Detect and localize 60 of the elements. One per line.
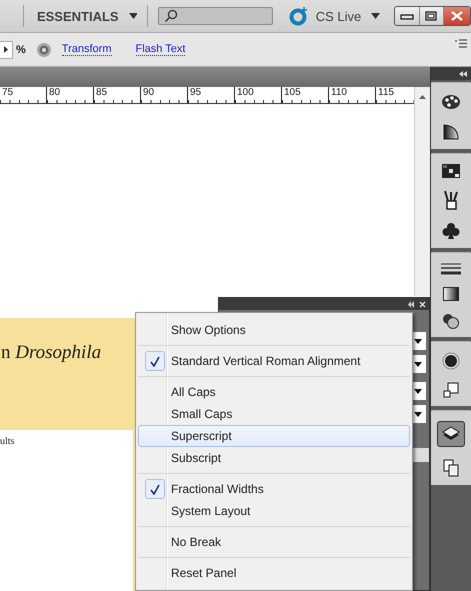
ruler-label: 85 [96,87,108,98]
layers-icon [442,426,460,442]
menu-item[interactable]: Reset Panel [138,562,410,584]
collapse-icon[interactable] [459,70,467,76]
ruler-label: 110 [331,87,347,98]
link[interactable]: Transform [62,43,112,56]
ruler-label: 90 [143,87,154,98]
arrow-right-icon [4,46,8,53]
menu-item[interactable]: No Break [138,531,410,553]
document-text: ults [0,436,14,447]
panel-menu-icon[interactable] [455,39,467,49]
gradient-swatch-icon[interactable] [443,287,459,301]
close-button[interactable] [444,7,470,25]
ruler-label: 75 [2,87,14,98]
caret-icon[interactable] [128,13,138,19]
search-icon [164,9,178,23]
ruler-label: 115 [378,87,394,98]
pages-icon[interactable] [443,459,459,477]
document-heading: n Drosophila [1,342,102,363]
caret-icon [414,412,422,416]
menu-item[interactable]: System Layout [138,500,410,522]
caret-icon [414,362,422,366]
minimize-icon [400,12,414,20]
ruler-label: 100 [237,87,254,98]
palette-icon[interactable] [441,93,461,111]
cs-live-menu[interactable]: CS Live [316,8,362,24]
caret-icon[interactable] [371,13,380,19]
caret-icon [414,388,422,394]
club-icon[interactable] [442,222,460,240]
panel-controls-icon[interactable] [408,300,426,308]
menu-item[interactable]: Subscript [138,447,410,469]
minimize-button[interactable] [394,7,420,25]
ruler-label: 95 [190,87,202,98]
link[interactable]: Flash Text [136,43,186,56]
gradient-icon[interactable] [442,123,460,141]
ruler-label: 80 [49,87,60,98]
workspace-switcher[interactable]: ESSENTIALS [36,8,119,24]
layers-button[interactable] [437,421,465,447]
transform-icon[interactable] [443,382,459,398]
scroll-up-icon[interactable] [419,95,426,99]
menu-item[interactable]: Standard Vertical Roman Alignment [138,350,410,372]
swatches-icon[interactable] [442,164,460,178]
stroke-icon[interactable] [441,263,461,275]
menu-item[interactable]: Small Caps [138,403,410,425]
menu-item[interactable]: Fractional Widths [138,478,410,500]
maximize-icon [425,11,438,21]
close-icon [451,11,464,21]
unit-label: % [16,44,26,56]
menu-item[interactable]: Show Options [138,319,410,341]
stepper-button[interactable] [0,40,13,58]
brushes-icon[interactable] [443,190,459,210]
maximize-button[interactable] [420,7,444,25]
ruler-label: 105 [284,87,301,98]
menu-item[interactable]: Superscript [138,425,410,447]
record-icon[interactable] [442,352,460,370]
scrollbar[interactable] [414,87,430,296]
menu-item[interactable]: All Caps [138,381,410,403]
search-field[interactable] [158,7,273,25]
overlapping-circles-icon[interactable] [442,313,460,329]
caret-icon [414,338,422,344]
